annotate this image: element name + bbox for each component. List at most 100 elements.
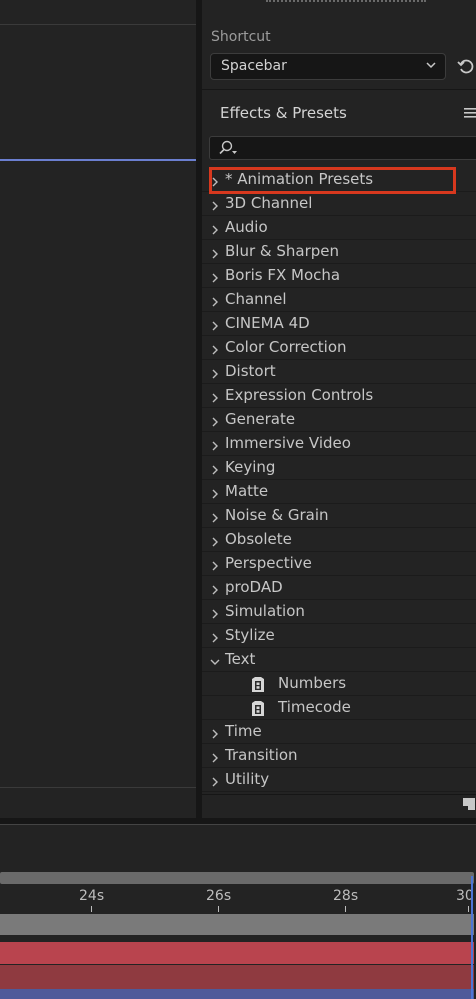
tree-child-item[interactable]: Timecode [202, 696, 476, 720]
disclosure-collapsed-icon[interactable] [210, 246, 220, 259]
shortcut-dropdown[interactable]: Spacebar [210, 53, 446, 80]
tree-item[interactable]: Expression Controls [202, 384, 476, 408]
work-area-bar[interactable] [0, 914, 474, 935]
shortcut-value: Spacebar [221, 58, 287, 74]
tree-item[interactable]: Perspective [202, 552, 476, 576]
disclosure-collapsed-icon[interactable] [210, 198, 220, 211]
panel-divider [0, 787, 196, 788]
time-ruler-label: 26s [206, 888, 232, 904]
tree-item-label: Distort [225, 362, 276, 380]
tree-item-label: Keying [225, 458, 276, 476]
tree-item[interactable]: Time [202, 720, 476, 744]
timeline-divider [0, 824, 476, 825]
panel-divider [202, 89, 476, 90]
time-ruler-tick [91, 906, 92, 912]
tree-item[interactable]: 3D Channel [202, 192, 476, 216]
tree-item[interactable]: Distort [202, 360, 476, 384]
reset-icon[interactable] [457, 56, 476, 76]
disclosure-collapsed-icon[interactable] [210, 366, 220, 379]
time-navigator[interactable] [0, 872, 474, 884]
disclosure-collapsed-icon[interactable] [210, 318, 220, 331]
current-time-indicator[interactable] [471, 876, 473, 999]
time-ruler-label: 24s [79, 888, 105, 904]
tree-item[interactable]: Immersive Video [202, 432, 476, 456]
tree-item-label: Stylize [225, 626, 275, 644]
tree-item-label: Blur & Sharpen [225, 242, 340, 260]
tree-item[interactable]: Utility [202, 768, 476, 792]
tree-item[interactable]: Simulation [202, 600, 476, 624]
tree-item-label: CINEMA 4D [225, 314, 310, 332]
disclosure-collapsed-icon[interactable] [210, 558, 220, 571]
tree-item-label: Matte [225, 482, 269, 500]
tree-item[interactable]: Blur & Sharpen [202, 240, 476, 264]
tree-item-label: Boris FX Mocha [225, 266, 341, 284]
composition-panel[interactable] [0, 0, 196, 818]
disclosure-collapsed-icon[interactable] [210, 390, 220, 403]
tree-item-label: Timecode [278, 698, 351, 716]
tree-item[interactable]: Matte [202, 480, 476, 504]
disclosure-collapsed-icon[interactable] [210, 606, 220, 619]
disclosure-collapsed-icon[interactable] [210, 294, 220, 307]
tree-item-label: Simulation [225, 602, 305, 620]
disclosure-collapsed-icon[interactable] [210, 486, 220, 499]
disclosure-collapsed-icon[interactable] [210, 630, 220, 643]
clipped-top-content [266, 0, 426, 8]
layer-bar[interactable] [0, 989, 474, 999]
tree-item[interactable]: Obsolete [202, 528, 476, 552]
tree-item[interactable]: CINEMA 4D [202, 312, 476, 336]
tree-item-label: Transition [225, 746, 298, 764]
disclosure-collapsed-icon[interactable] [210, 774, 220, 787]
disclosure-collapsed-icon[interactable] [210, 510, 220, 523]
disclosure-collapsed-icon[interactable] [210, 534, 220, 547]
tree-item-label: Audio [225, 218, 268, 236]
selection-line [0, 159, 196, 161]
tree-item[interactable]: Generate [202, 408, 476, 432]
panel-title: Effects & Presets [220, 104, 347, 122]
search-icon[interactable] [217, 140, 239, 156]
tree-item[interactable]: Text [202, 648, 476, 672]
layer-bar[interactable] [0, 965, 474, 989]
panel-menu-icon[interactable] [464, 107, 476, 119]
tree-item[interactable]: Audio [202, 216, 476, 240]
panel-divider [0, 24, 196, 25]
disclosure-collapsed-icon[interactable] [210, 342, 220, 355]
disclosure-collapsed-icon[interactable] [210, 222, 220, 235]
disclosure-collapsed-icon[interactable] [210, 582, 220, 595]
tree-item-label: Channel [225, 290, 287, 308]
disclosure-collapsed-icon[interactable] [210, 414, 220, 427]
effects-search-input[interactable] [209, 136, 476, 160]
tree-item[interactable]: Transition [202, 744, 476, 768]
disclosure-collapsed-icon[interactable] [210, 270, 220, 283]
tree-item-label: Perspective [225, 554, 312, 572]
tree-item[interactable]: Keying [202, 456, 476, 480]
time-ruler-tick [468, 906, 469, 912]
tree-item-label: proDAD [225, 578, 283, 596]
tree-item-label: Utility [225, 770, 270, 788]
tree-item-label: Expression Controls [225, 386, 374, 404]
disclosure-collapsed-icon[interactable] [210, 750, 220, 763]
time-ruler-tick [218, 906, 219, 912]
layer-bar[interactable] [0, 942, 474, 964]
tree-item[interactable]: Color Correction [202, 336, 476, 360]
tree-item-label: Text [225, 650, 256, 668]
panel-divider [202, 794, 476, 795]
preset-file-icon [250, 700, 266, 717]
tree-item[interactable]: Channel [202, 288, 476, 312]
new-item-icon[interactable] [462, 797, 476, 811]
tree-item-label: Time [225, 722, 262, 740]
disclosure-collapsed-icon[interactable] [210, 726, 220, 739]
tree-item[interactable]: Boris FX Mocha [202, 264, 476, 288]
time-ruler-label: 28s [333, 888, 359, 904]
tree-item-label: Immersive Video [225, 434, 351, 452]
tree-item[interactable]: proDAD [202, 576, 476, 600]
effects-tree: * Animation Presets 3D Channel Audio Blur &… [202, 168, 476, 792]
disclosure-expanded-icon[interactable] [210, 654, 220, 666]
tree-child-item[interactable]: Numbers [202, 672, 476, 696]
disclosure-collapsed-icon[interactable] [210, 438, 220, 451]
annotation-highlight-box [209, 167, 456, 194]
tree-item[interactable]: Noise & Grain [202, 504, 476, 528]
disclosure-collapsed-icon[interactable] [210, 462, 220, 475]
tree-item-label: Obsolete [225, 530, 292, 548]
tree-item[interactable]: Stylize [202, 624, 476, 648]
shortcut-label: Shortcut [211, 29, 271, 45]
